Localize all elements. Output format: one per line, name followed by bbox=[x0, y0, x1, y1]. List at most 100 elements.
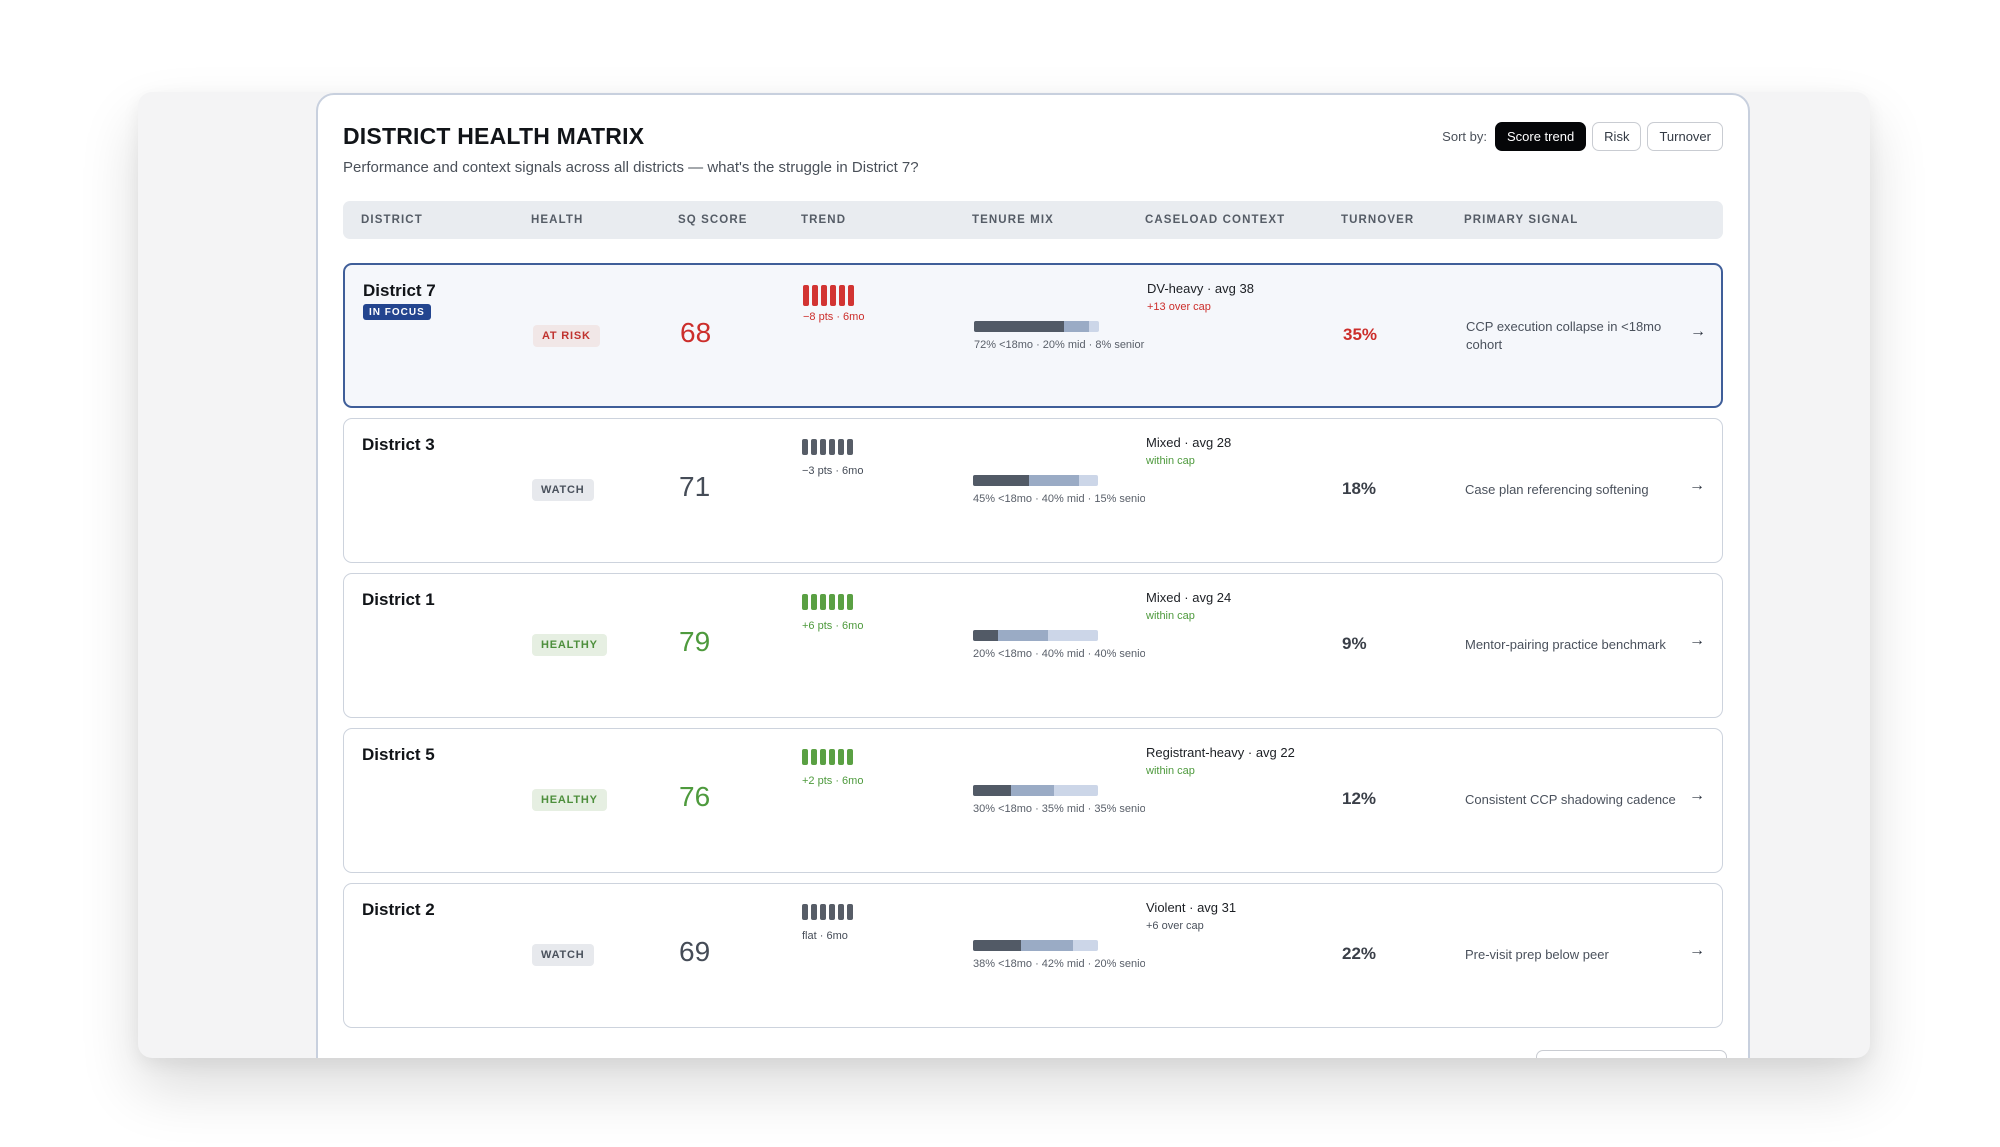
tenure-segment-mid bbox=[1020, 940, 1073, 951]
trend-bar bbox=[847, 904, 853, 920]
trend-text: +2 pts · 6mo bbox=[802, 775, 864, 787]
sq-score: 71 bbox=[679, 471, 711, 502]
trend-bar bbox=[811, 594, 817, 610]
trend-sparkbars bbox=[802, 439, 853, 455]
row-arrow-icon[interactable]: → bbox=[1689, 787, 1705, 805]
sq-score: 68 bbox=[680, 317, 712, 348]
tenure-mix-text: 20% <18mo · 40% mid · 40% senior bbox=[973, 648, 1145, 660]
caseload-note: +13 over cap bbox=[1147, 301, 1211, 313]
tenure-mix-text: 30% <18mo · 35% mid · 35% senior bbox=[973, 803, 1145, 815]
tenure-segment-junior bbox=[974, 321, 1064, 332]
trend-bar bbox=[829, 904, 835, 920]
sq-score: 69 bbox=[679, 936, 711, 967]
caseload-context: Violent · avg 31 bbox=[1146, 900, 1237, 915]
tenure-segment-junior bbox=[973, 785, 1011, 796]
primary-signal: Case plan referencing softening bbox=[1465, 482, 1649, 497]
sort-controls: Sort by: Score trend Risk Turnover bbox=[1442, 122, 1723, 151]
column-header-district: DISTRICT bbox=[361, 214, 423, 226]
tenure-mix-bar bbox=[974, 321, 1099, 332]
tenure-segment-junior bbox=[973, 940, 1021, 951]
trend-bar bbox=[802, 904, 808, 920]
turnover-value: 22% bbox=[1342, 944, 1377, 963]
trend-bar bbox=[847, 439, 853, 455]
caseload-context: Registrant-heavy · avg 22 bbox=[1146, 745, 1295, 760]
column-header-trend: TREND bbox=[801, 214, 847, 226]
health-badge: HEALTHY bbox=[532, 789, 607, 811]
row-arrow-icon[interactable]: → bbox=[1689, 942, 1705, 960]
turnover-value: 35% bbox=[1343, 325, 1378, 344]
turnover-value: 9% bbox=[1342, 634, 1367, 653]
tenure-mix-bar bbox=[973, 940, 1098, 951]
sort-risk-button[interactable]: Risk bbox=[1592, 122, 1642, 151]
footer-button-partial[interactable] bbox=[1536, 1050, 1727, 1058]
health-badge: AT RISK bbox=[533, 325, 600, 347]
caseload-context: Mixed · avg 24 bbox=[1146, 590, 1232, 605]
sq-score: 79 bbox=[679, 626, 711, 657]
trend-bar bbox=[802, 594, 808, 610]
tenure-mix-bar bbox=[973, 785, 1098, 796]
row-arrow-icon[interactable]: → bbox=[1689, 477, 1705, 495]
tenure-segment-mid bbox=[1029, 475, 1080, 486]
trend-bar bbox=[829, 439, 835, 455]
trend-sparkbars bbox=[802, 594, 853, 610]
table-row[interactable]: District 2 WATCH 69 flat · 6mo 38% <18mo… bbox=[343, 883, 1723, 1028]
tenure-segment-mid bbox=[998, 630, 1048, 641]
trend-bar bbox=[811, 904, 817, 920]
caseload-note: within cap bbox=[1146, 455, 1195, 467]
sq-score: 76 bbox=[679, 781, 711, 812]
table-row[interactable]: District 5 HEALTHY 76 +2 pts · 6mo 30% <… bbox=[343, 728, 1723, 873]
tenure-segment-junior bbox=[973, 475, 1030, 486]
district-name: District 2 bbox=[362, 900, 435, 919]
row-arrow-icon[interactable]: → bbox=[1690, 323, 1706, 341]
trend-sparkbars bbox=[802, 749, 853, 765]
sort-score-trend-button[interactable]: Score trend bbox=[1494, 122, 1587, 151]
district-name: District 1 bbox=[362, 590, 435, 609]
column-header-sq-score: SQ SCORE bbox=[678, 214, 748, 226]
caseload-context: Mixed · avg 28 bbox=[1146, 435, 1232, 450]
caseload-context: DV-heavy · avg 38 bbox=[1147, 281, 1254, 296]
trend-bar bbox=[830, 285, 836, 306]
trend-bar bbox=[802, 439, 808, 455]
trend-sparkbars bbox=[803, 285, 854, 306]
tenure-mix-text: 38% <18mo · 42% mid · 20% senior bbox=[973, 958, 1145, 970]
primary-signal: Pre-visit prep below peer bbox=[1465, 947, 1609, 962]
trend-sparkbars bbox=[802, 904, 853, 920]
trend-bar bbox=[838, 594, 844, 610]
column-header-turnover: TURNOVER bbox=[1341, 214, 1415, 226]
trend-bar bbox=[848, 285, 854, 306]
trend-bar bbox=[839, 285, 845, 306]
district-name: District 7 bbox=[363, 281, 436, 300]
primary-signal: CCP execution collapse in <18mo cohort bbox=[1466, 319, 1662, 352]
table-row[interactable]: District 1 HEALTHY 79 +6 pts · 6mo 20% <… bbox=[343, 573, 1723, 718]
turnover-value: 18% bbox=[1342, 479, 1377, 498]
trend-text: flat · 6mo bbox=[802, 930, 848, 942]
caseload-note: within cap bbox=[1146, 610, 1195, 622]
district-name: District 3 bbox=[362, 435, 435, 454]
trend-bar bbox=[820, 904, 826, 920]
tenure-mix-text: 45% <18mo · 40% mid · 15% senior bbox=[973, 493, 1145, 505]
column-header-tenure-mix: TENURE MIX bbox=[972, 214, 1054, 226]
trend-text: −3 pts · 6mo bbox=[802, 465, 864, 477]
caseload-note: within cap bbox=[1146, 765, 1195, 777]
row-arrow-icon[interactable]: → bbox=[1689, 632, 1705, 650]
trend-bar bbox=[829, 594, 835, 610]
health-badge: WATCH bbox=[532, 479, 594, 501]
caseload-note: +6 over cap bbox=[1146, 920, 1204, 932]
trend-bar bbox=[811, 439, 817, 455]
trend-bar bbox=[838, 439, 844, 455]
trend-bar bbox=[821, 285, 827, 306]
trend-bar bbox=[802, 749, 808, 765]
trend-text: −8 pts · 6mo bbox=[803, 311, 865, 323]
trend-bar bbox=[811, 749, 817, 765]
sort-turnover-button[interactable]: Turnover bbox=[1647, 122, 1723, 151]
tenure-mix-bar bbox=[973, 630, 1098, 641]
trend-bar bbox=[820, 749, 826, 765]
tenure-segment-mid bbox=[1010, 785, 1055, 796]
trend-bar bbox=[847, 594, 853, 610]
trend-bar bbox=[838, 749, 844, 765]
table-row[interactable]: District 7 IN FOCUS AT RISK 68 −8 pts · … bbox=[343, 263, 1723, 408]
trend-text: +6 pts · 6mo bbox=[802, 620, 864, 632]
table-row[interactable]: District 3 WATCH 71 −3 pts · 6mo 45% <18… bbox=[343, 418, 1723, 563]
trend-bar bbox=[812, 285, 818, 306]
in-focus-badge: IN FOCUS bbox=[363, 304, 431, 320]
